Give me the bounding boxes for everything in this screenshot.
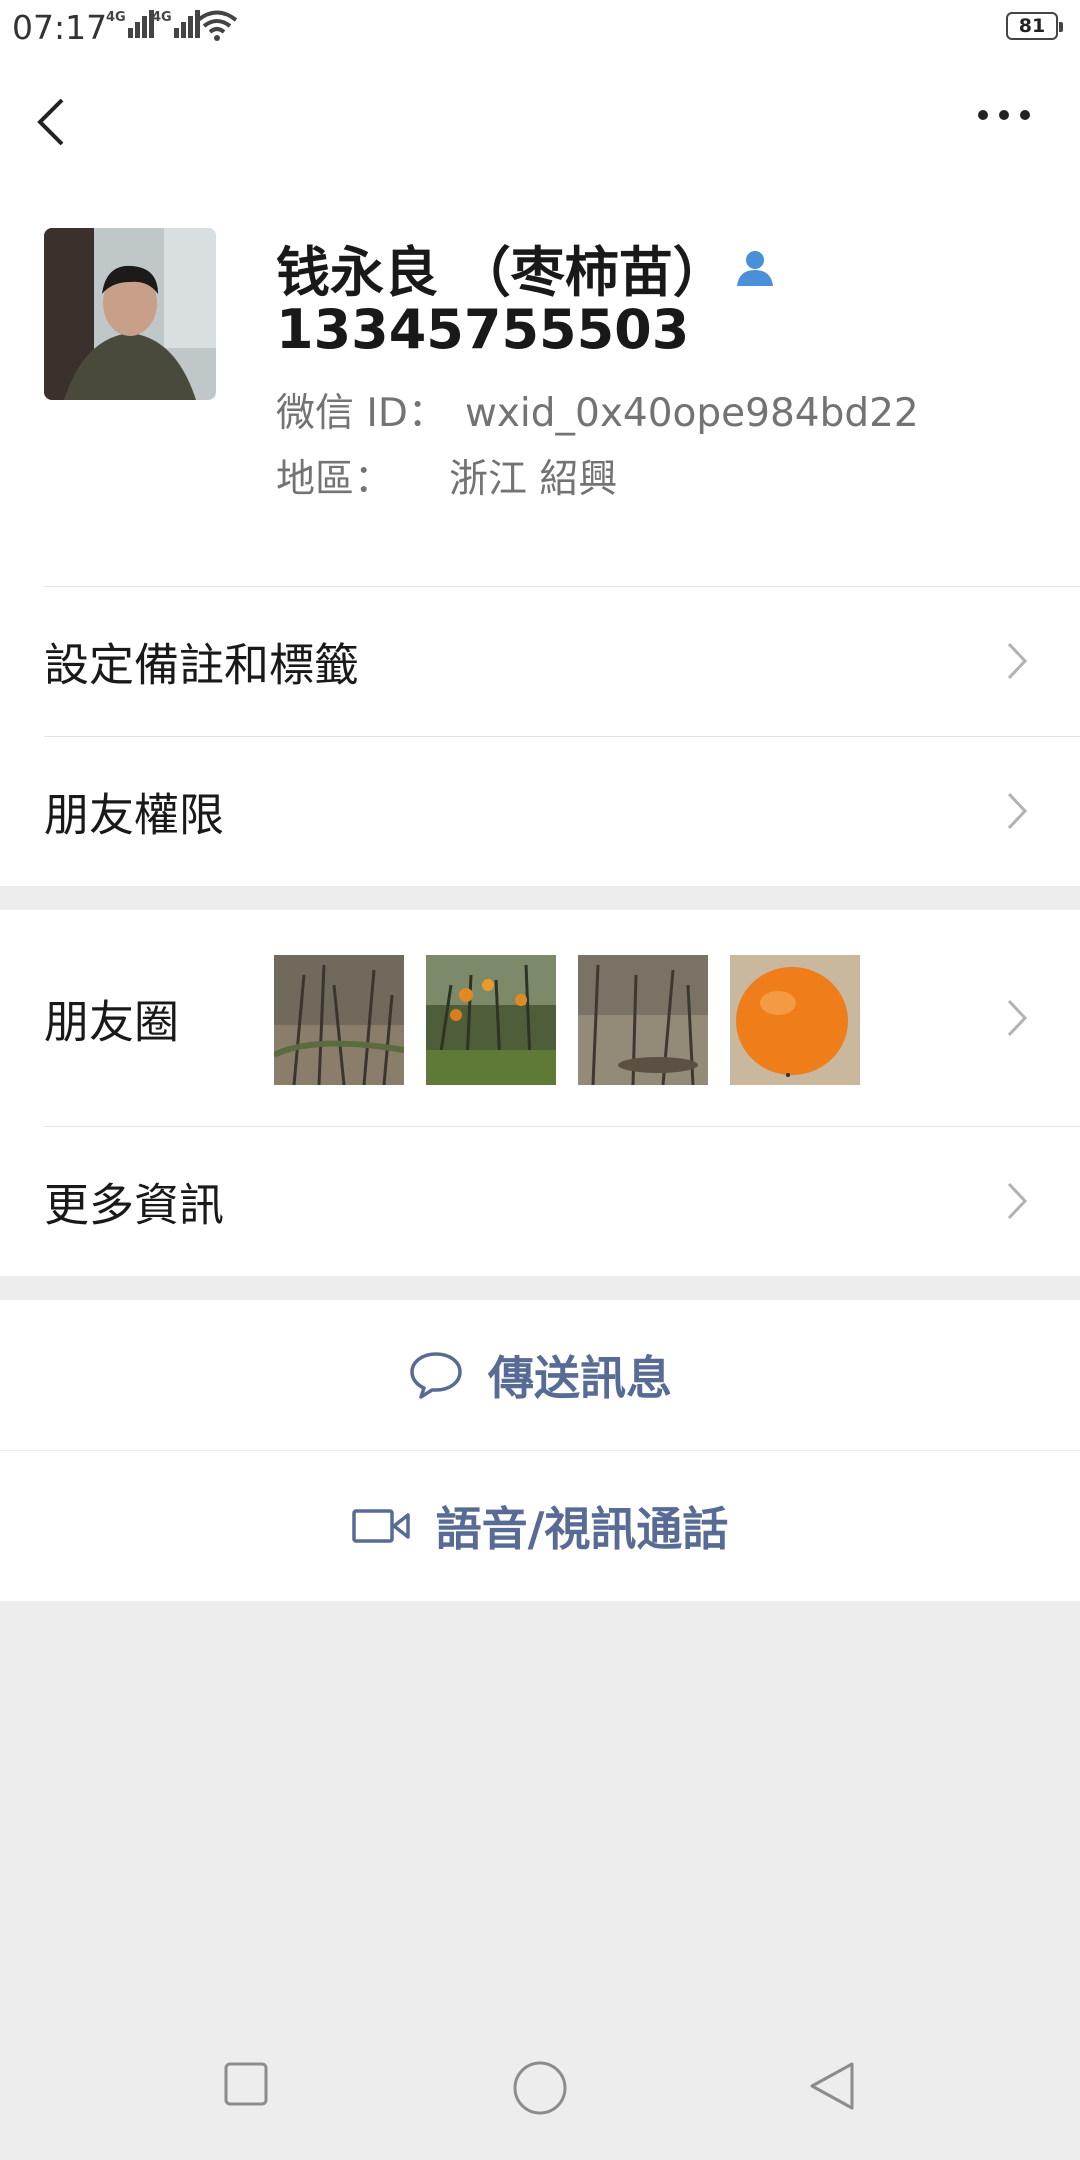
battery-indicator: 81 — [1006, 12, 1063, 40]
video-camera-icon — [351, 1509, 410, 1543]
moments-thumbnail — [730, 955, 860, 1085]
status-time: 07:17 — [12, 8, 108, 47]
voice-video-call-label: 語音/視訊通話 — [435, 1502, 729, 1556]
profile-header: 钱永良 （枣柿苗） 13345755503 微信 ID： wxid_0x40ope… — [0, 186, 1080, 586]
nav-home-icon[interactable] — [512, 2060, 568, 2116]
friend-permissions-label: 朋友權限 — [44, 788, 225, 842]
nav-recent-icon[interactable] — [224, 2062, 268, 2106]
wechat-id-label: 微信 ID： — [276, 391, 447, 436]
chevron-right-icon — [1007, 999, 1028, 1037]
more-icon[interactable] — [976, 108, 1032, 122]
moments-row[interactable]: 朋友圈 — [0, 910, 1080, 1126]
chevron-right-icon — [1007, 1182, 1028, 1220]
send-message-label: 傳送訊息 — [488, 1351, 672, 1405]
avatar[interactable] — [44, 228, 216, 400]
top-bar — [0, 56, 1080, 186]
network-type-label: 4G — [106, 10, 126, 25]
system-nav-bar — [0, 2030, 1080, 2160]
remarks-tags-row[interactable]: 設定備註和標籤 — [0, 586, 1080, 736]
back-arrow-icon[interactable] — [32, 92, 72, 152]
signal-icon: 4G — [152, 10, 202, 38]
remarks-tags-label: 設定備註和標籤 — [44, 638, 360, 692]
wechat-id-row: 微信 ID： wxid_0x40ope984bd22 — [276, 382, 919, 438]
region-label: 地區： — [276, 457, 394, 502]
moments-thumbnail — [426, 955, 556, 1085]
voice-video-call-button[interactable]: 語音/視訊通話 — [0, 1451, 1080, 1601]
contact-person-icon — [736, 250, 773, 286]
region-value: 浙江 紹興 — [449, 457, 618, 502]
more-info-row[interactable]: 更多資訊 — [0, 1126, 1080, 1276]
moments-label: 朋友圈 — [44, 995, 180, 1049]
friend-permissions-row[interactable]: 朋友權限 — [0, 736, 1080, 886]
signal-icon: 4G — [106, 10, 156, 38]
contact-name: 钱永良 （枣柿苗） — [276, 241, 727, 304]
chat-bubble-icon — [410, 1352, 462, 1399]
contact-phone: 13345755503 — [276, 298, 690, 361]
network-type-label: 4G — [152, 10, 172, 25]
moments-thumbnail — [274, 955, 404, 1085]
more-info-label: 更多資訊 — [44, 1178, 225, 1232]
wechat-id-value: wxid_0x40ope984bd22 — [464, 391, 919, 436]
status-bar: 07:17 4G 4G 81 — [0, 0, 1080, 56]
wifi-icon — [196, 10, 238, 41]
chevron-right-icon — [1007, 792, 1028, 830]
nav-back-icon[interactable] — [808, 2060, 856, 2112]
send-message-button[interactable]: 傳送訊息 — [0, 1300, 1080, 1450]
region-row: 地區： 浙江 紹興 — [276, 448, 617, 504]
chevron-right-icon — [1007, 642, 1028, 680]
moments-thumbnails — [274, 955, 882, 1085]
moments-thumbnail — [578, 955, 708, 1085]
